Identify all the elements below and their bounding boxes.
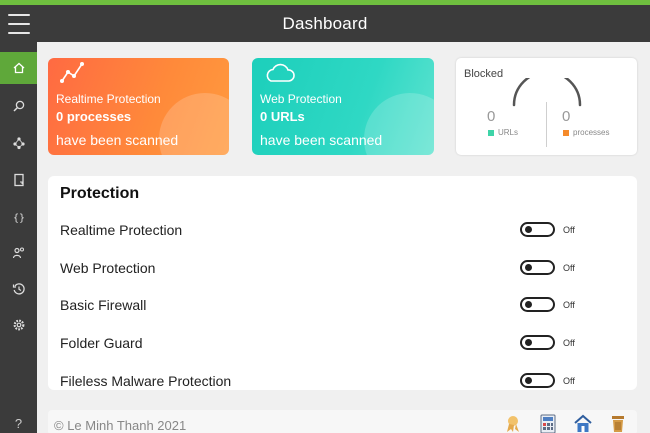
toggle-state-label: Off [563, 338, 575, 348]
card-title: Web Protection [260, 92, 342, 106]
blocked-card: Blocked 0 0 URLs processes [456, 58, 637, 155]
blocked-processes-count: 0 [562, 108, 571, 125]
blocked-gauge [512, 78, 582, 107]
footer-bar: © Le Minh Thanh 2021 [48, 410, 637, 433]
protection-row-label: Web Protection [60, 260, 156, 276]
web-protection-toggle[interactable] [520, 260, 555, 275]
protection-panel: Protection Realtime Protection Off Web P… [48, 176, 637, 390]
protection-title: Protection [60, 185, 140, 202]
copyright-text: © Le Minh Thanh 2021 [54, 418, 187, 433]
protection-row-label: Basic Firewall [60, 297, 147, 313]
network-icon [12, 137, 25, 150]
help-icon[interactable]: ? [0, 416, 37, 433]
home-icon [13, 62, 24, 74]
title-bar: Dashboard [0, 5, 650, 42]
nav-network[interactable] [0, 127, 37, 159]
blocked-divider [546, 102, 547, 147]
legend-label: URLs [498, 128, 519, 137]
braces-icon: {} [12, 213, 24, 224]
legend-urls: URLs [488, 128, 518, 137]
toggle-state-label: Off [563, 376, 575, 386]
card-subtitle: have been scanned [56, 132, 179, 148]
card-subtitle: have been scanned [260, 132, 383, 148]
blocked-title: Blocked [464, 68, 504, 80]
home-app-icon[interactable] [574, 414, 592, 433]
history-icon [12, 283, 25, 295]
card-value: 0 processes [56, 109, 132, 124]
graph-icon [60, 62, 84, 83]
folder-guard-toggle[interactable] [520, 335, 555, 350]
app-window: Dashboard {} ? Realtime Protection 0 pro… [0, 5, 650, 433]
search-icon [12, 100, 24, 112]
legend-swatch [563, 129, 569, 136]
svg-text:{}: {} [12, 213, 24, 224]
card-title: Realtime Protection [56, 92, 161, 106]
nav-home[interactable] [0, 52, 37, 84]
realtime-protection-toggle[interactable] [520, 222, 555, 237]
toggle-state-label: Off [563, 225, 575, 235]
blocked-urls-count: 0 [487, 108, 496, 125]
toggle-state-label: Off [563, 300, 575, 310]
page-title: Dashboard [282, 14, 368, 33]
trash-icon[interactable] [609, 414, 627, 433]
protection-row-label: Fileless Malware Protection [60, 373, 232, 389]
toggle-knob [525, 377, 532, 384]
nav-history[interactable] [0, 273, 37, 305]
toggle-state-label: Off [563, 263, 575, 273]
sidebar: {} ? [0, 42, 37, 433]
cloud-icon [266, 63, 295, 82]
settings-icon [13, 319, 24, 331]
ribbon-icon[interactable] [504, 414, 522, 433]
nav-settings[interactable] [0, 309, 37, 341]
people-icon [12, 247, 24, 259]
protection-row-label: Folder Guard [60, 335, 143, 351]
toggle-knob [525, 264, 532, 271]
basic-firewall-toggle[interactable] [520, 297, 555, 312]
nav-users[interactable] [0, 237, 37, 269]
protection-row-label: Realtime Protection [60, 222, 183, 238]
dashboard-content: Realtime Protection 0 processes have bee… [37, 42, 650, 433]
toggle-knob [525, 226, 532, 233]
document-icon [13, 173, 24, 187]
fileless-malware-protection-toggle[interactable] [520, 373, 555, 388]
calculator-icon[interactable] [539, 414, 557, 433]
nav-scan[interactable] [0, 90, 37, 122]
card-value: 0 URLs [260, 109, 305, 124]
toggle-knob [525, 339, 532, 346]
toggle-knob [525, 301, 532, 308]
legend-processes: processes [563, 128, 609, 137]
web-protection-card[interactable]: Web Protection 0 URLs have been scanned [252, 58, 434, 155]
nav-documents[interactable] [0, 164, 37, 196]
legend-swatch [488, 129, 494, 136]
nav-scripts[interactable]: {} [0, 201, 37, 233]
realtime-protection-card[interactable]: Realtime Protection 0 processes have bee… [48, 58, 229, 155]
legend-label: processes [573, 128, 610, 137]
